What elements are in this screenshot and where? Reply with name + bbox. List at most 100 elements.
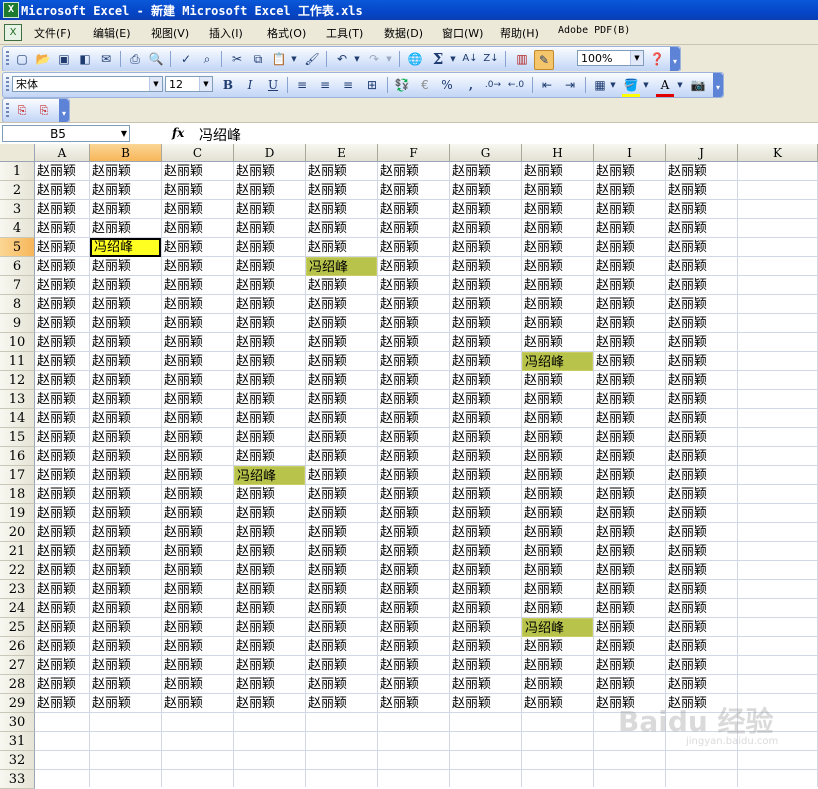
cell-e26[interactable]: 赵丽颖 [306,637,377,656]
cell-c9[interactable]: 赵丽颖 [162,314,233,333]
cell-e17[interactable]: 赵丽颖 [306,466,377,485]
cell-c28[interactable]: 赵丽颖 [162,675,233,694]
cell-f23[interactable]: 赵丽颖 [378,580,449,599]
font-color-dropdown-icon[interactable]: ▼ [676,76,684,94]
cell-d12[interactable]: 赵丽颖 [234,371,305,390]
cell-c11[interactable]: 赵丽颖 [162,352,233,371]
row-header-32[interactable]: 32 [0,751,35,770]
cell-i12[interactable]: 赵丽颖 [594,371,665,390]
cell-area[interactable]: 赵丽颖 赵丽颖 赵丽颖 赵丽颖 赵丽颖 赵丽颖 赵丽颖 赵丽颖 赵丽颖 赵丽颖 赵丽颖 赵丽颖 赵丽颖赵… [35,162,818,787]
cell-e18[interactable]: 赵丽颖 [306,485,377,504]
cell-e27[interactable]: 赵丽颖 [306,656,377,675]
menu-data[interactable]: 数据(D) [384,25,423,41]
row-header-2[interactable]: 2 [0,181,35,200]
cell-e8[interactable]: 赵丽颖 [306,295,377,314]
cell-i1[interactable]: 赵丽颖 [594,162,665,181]
cell-e19[interactable]: 赵丽颖 [306,504,377,523]
cell-i15[interactable]: 赵丽颖 [594,428,665,447]
row-header-27[interactable]: 27 [0,656,35,675]
cell-c4[interactable]: 赵丽颖 [162,219,233,238]
column-header-d[interactable]: D [234,144,306,162]
cell-j12[interactable]: 赵丽颖 [666,371,737,390]
cell-j7[interactable]: 赵丽颖 [666,276,737,295]
cell-b23[interactable]: 赵丽颖 [90,580,161,599]
row-header-20[interactable]: 20 [0,523,35,542]
cell-d20[interactable]: 赵丽颖 [234,523,305,542]
cell-f26[interactable]: 赵丽颖 [378,637,449,656]
cell-a16[interactable]: 赵丽颖 [35,447,89,466]
cell-h9[interactable]: 赵丽颖 [522,314,593,333]
row-header-23[interactable]: 23 [0,580,35,599]
cell-d15[interactable]: 赵丽颖 [234,428,305,447]
cell-i22[interactable]: 赵丽颖 [594,561,665,580]
cell-e28[interactable]: 赵丽颖 [306,675,377,694]
cell-b14[interactable]: 赵丽颖 [90,409,161,428]
row-header-25[interactable]: 25 [0,618,35,637]
cell-i7[interactable]: 赵丽颖 [594,276,665,295]
cut-icon[interactable]: ✂ [228,50,246,68]
chevron-down-icon[interactable]: ▼ [149,77,162,91]
align-center-icon[interactable]: ≡ [316,76,334,94]
chevron-down-icon[interactable]: ▼ [630,51,643,65]
redo-icon[interactable]: ↷ [365,50,383,68]
column-header-b[interactable]: B [90,144,162,162]
cell-j5[interactable]: 赵丽颖 [666,238,737,257]
cell-f22[interactable]: 赵丽颖 [378,561,449,580]
chevron-down-icon[interactable]: ▼ [199,77,212,91]
cell-b2[interactable]: 赵丽颖 [90,181,161,200]
cell-b25[interactable]: 赵丽颖 [90,618,161,637]
cell-j16[interactable]: 赵丽颖 [666,447,737,466]
cell-b28[interactable]: 赵丽颖 [90,675,161,694]
cell-j1[interactable]: 赵丽颖 [666,162,737,181]
cell-b11[interactable]: 赵丽颖 [90,352,161,371]
cell-h14[interactable]: 赵丽颖 [522,409,593,428]
cell-a1[interactable]: 赵丽颖 [35,162,89,181]
cell-b19[interactable]: 赵丽颖 [90,504,161,523]
cell-f29[interactable]: 赵丽颖 [378,694,449,713]
row-header-7[interactable]: 7 [0,276,35,295]
cell-g17[interactable]: 赵丽颖 [450,466,521,485]
cell-a28[interactable]: 赵丽颖 [35,675,89,694]
row-header-5[interactable]: 5 [0,238,35,257]
row-header-17[interactable]: 17 [0,466,35,485]
cell-d3[interactable]: 赵丽颖 [234,200,305,219]
cell-g1[interactable]: 赵丽颖 [450,162,521,181]
cell-a21[interactable]: 赵丽颖 [35,542,89,561]
cell-a4[interactable]: 赵丽颖 [35,219,89,238]
redo-dropdown-icon[interactable]: ▼ [385,50,393,68]
row-header-30[interactable]: 30 [0,713,35,732]
cell-i2[interactable]: 赵丽颖 [594,181,665,200]
cell-h22[interactable]: 赵丽颖 [522,561,593,580]
cell-e20[interactable]: 赵丽颖 [306,523,377,542]
row-header-6[interactable]: 6 [0,257,35,276]
undo-icon[interactable]: ↶ [333,50,351,68]
cell-f17[interactable]: 赵丽颖 [378,466,449,485]
cell-b21[interactable]: 赵丽颖 [90,542,161,561]
workbook-icon[interactable]: X [4,24,22,41]
cell-g2[interactable]: 赵丽颖 [450,181,521,200]
cell-f18[interactable]: 赵丽颖 [378,485,449,504]
cell-h13[interactable]: 赵丽颖 [522,390,593,409]
cell-c15[interactable]: 赵丽颖 [162,428,233,447]
cell-b13[interactable]: 赵丽颖 [90,390,161,409]
paste-icon[interactable]: 📋 [270,50,288,68]
cell-c14[interactable]: 赵丽颖 [162,409,233,428]
cell-d21[interactable]: 赵丽颖 [234,542,305,561]
cell-c7[interactable]: 赵丽颖 [162,276,233,295]
cell-j14[interactable]: 赵丽颖 [666,409,737,428]
menu-help[interactable]: 帮助(H) [500,25,539,41]
cell-d14[interactable]: 赵丽颖 [234,409,305,428]
toolbar-grip[interactable] [6,103,9,119]
euro-icon[interactable]: € [416,76,434,94]
cell-j15[interactable]: 赵丽颖 [666,428,737,447]
cell-c27[interactable]: 赵丽颖 [162,656,233,675]
chevron-down-icon[interactable]: ▼ [121,129,127,138]
cell-i28[interactable]: 赵丽颖 [594,675,665,694]
row-header-13[interactable]: 13 [0,390,35,409]
cell-j22[interactable]: 赵丽颖 [666,561,737,580]
cell-j2[interactable]: 赵丽颖 [666,181,737,200]
cell-g24[interactable]: 赵丽颖 [450,599,521,618]
cell-a11[interactable]: 赵丽颖 [35,352,89,371]
cell-b4[interactable]: 赵丽颖 [90,219,161,238]
cell-f12[interactable]: 赵丽颖 [378,371,449,390]
